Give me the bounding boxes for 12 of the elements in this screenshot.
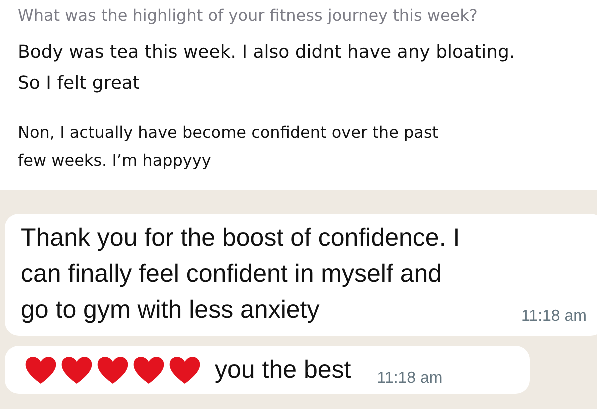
- message-text: you the best: [215, 355, 352, 386]
- heart-icon: [133, 355, 165, 385]
- message-time: 11:18 am: [377, 370, 443, 388]
- answer-text: Non, I actually have become confident over the past few weeks. I’m happyyy: [18, 122, 440, 172]
- heart-icon: [25, 355, 57, 385]
- question-text: What was the highlight of your fitness journey this week?: [18, 6, 479, 25]
- heart-icon: [61, 355, 93, 385]
- answer-text: Body was tea this week. I also didnt have any bloating. So I felt great: [18, 41, 516, 96]
- heart-icon: [97, 355, 129, 385]
- message-text: Thank you for the boost of confidence. I can finally feel confident in myself and go to gym with less anxiety: [21, 223, 462, 326]
- message-time: 11:18 am: [521, 308, 587, 326]
- heart-icon: [169, 355, 201, 385]
